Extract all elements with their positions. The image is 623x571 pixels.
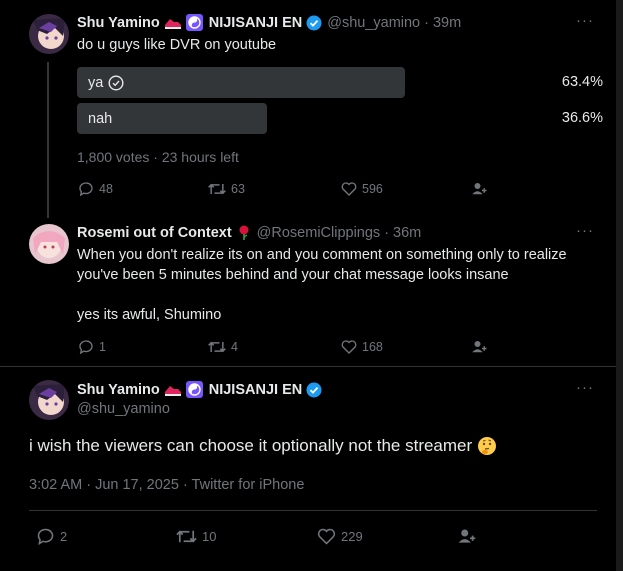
heart-icon (317, 528, 336, 545)
tweet-text-line: you've been 5 minutes behind and your ch… (77, 267, 509, 283)
reply-icon (37, 528, 54, 546)
reply-button[interactable]: 48 (77, 180, 113, 198)
rose-emoji-icon (237, 225, 251, 241)
like-count: 168 (362, 340, 383, 354)
display-name[interactable]: Rosemi out of Context (77, 225, 232, 241)
poll-option-label: ya (88, 74, 104, 91)
poll-option-nah[interactable]: nah (77, 103, 267, 134)
like-count: 229 (341, 529, 363, 544)
thinking-face-emoji-icon (477, 436, 497, 456)
tweet-header: Rosemi out of Context @RosemiClippings ·… (77, 225, 421, 241)
like-button[interactable]: 596 (340, 180, 383, 198)
user-handle[interactable]: @shu_yamino (327, 15, 420, 31)
tweet-text: do u guys like DVR on youtube (77, 37, 277, 53)
retweet-button[interactable]: 10 (175, 526, 216, 547)
reply-icon (79, 182, 93, 197)
poll-percent: 36.6% (561, 110, 603, 126)
timestamp[interactable]: · 36m (384, 225, 421, 241)
sneaker-emoji-icon (164, 16, 182, 30)
verified-badge-icon (306, 15, 322, 31)
avatar[interactable] (29, 14, 69, 54)
heart-icon (341, 340, 357, 354)
avatar[interactable] (29, 224, 69, 264)
more-options-icon[interactable]: ··· (576, 379, 594, 396)
tweet-text: i wish the viewers can choose it optiona… (29, 434, 497, 458)
poll-percent: 63.4% (561, 74, 603, 90)
tweet-text-line: When you don't realize its on and you co… (77, 247, 567, 263)
display-name[interactable]: Shu Yamino (77, 382, 160, 398)
add-user-icon (472, 183, 487, 195)
retweet-icon (208, 183, 226, 195)
retweet-icon (208, 341, 226, 353)
timestamp[interactable]: · 39m (424, 15, 461, 31)
user-handle[interactable]: @RosemiClippings (257, 225, 381, 241)
divider (29, 510, 597, 511)
reply-button[interactable]: 1 (77, 338, 106, 356)
add-user-button[interactable] (470, 338, 492, 356)
divider (0, 366, 616, 367)
heart-icon (341, 182, 357, 196)
thread-line (47, 62, 49, 218)
like-count: 596 (362, 182, 383, 196)
add-user-icon (458, 529, 476, 543)
retweet-count: 10 (202, 529, 217, 544)
tweet-metadata: 3:02 AM · Jun 17, 2025 · Twitter for iPh… (29, 477, 305, 493)
like-button[interactable]: 168 (340, 338, 383, 356)
user-handle[interactable]: @shu_yamino (77, 401, 170, 417)
add-user-button[interactable] (456, 526, 481, 547)
poll-option-label: nah (88, 110, 113, 127)
window-edge (616, 0, 623, 571)
display-name[interactable]: Shu Yamino (77, 15, 160, 31)
retweet-count: 4 (231, 340, 238, 354)
poll-summary: 1,800 votes · 23 hours left (77, 149, 239, 165)
add-user-button[interactable] (470, 180, 492, 198)
avatar[interactable] (29, 380, 69, 420)
verified-badge-icon (306, 382, 322, 398)
check-circle-icon (108, 74, 124, 91)
affiliation-label: NIJISANJI EN (208, 381, 303, 398)
tweet-text-content: i wish the viewers can choose it optiona… (29, 436, 473, 455)
affiliation-label: NIJISANJI EN (208, 14, 303, 31)
more-options-icon[interactable]: ··· (576, 222, 594, 239)
reply-icon (79, 340, 93, 355)
retweet-count: 63 (231, 182, 245, 196)
retweet-button[interactable]: 63 (207, 180, 245, 198)
yin-yang-emoji-icon (185, 381, 203, 398)
more-options-icon[interactable]: ··· (576, 12, 594, 29)
sneaker-emoji-icon (164, 383, 182, 397)
tweet-text-line: yes its awful, Shumino (77, 307, 222, 323)
retweet-button[interactable]: 4 (207, 338, 238, 356)
tweet-header: Shu Yamino NIJISANJI EN @shu_yamino · 39… (77, 14, 461, 31)
poll-option-ya[interactable]: ya (77, 67, 405, 98)
reply-count: 2 (60, 529, 68, 544)
reply-button[interactable]: 2 (35, 526, 67, 547)
tweet-header: Shu Yamino NIJISANJI EN (77, 381, 322, 398)
add-user-icon (472, 341, 487, 353)
yin-yang-emoji-icon (185, 14, 203, 31)
reply-count: 1 (99, 340, 106, 354)
retweet-icon (176, 530, 197, 543)
like-button[interactable]: 229 (316, 526, 363, 547)
reply-count: 48 (99, 182, 113, 196)
